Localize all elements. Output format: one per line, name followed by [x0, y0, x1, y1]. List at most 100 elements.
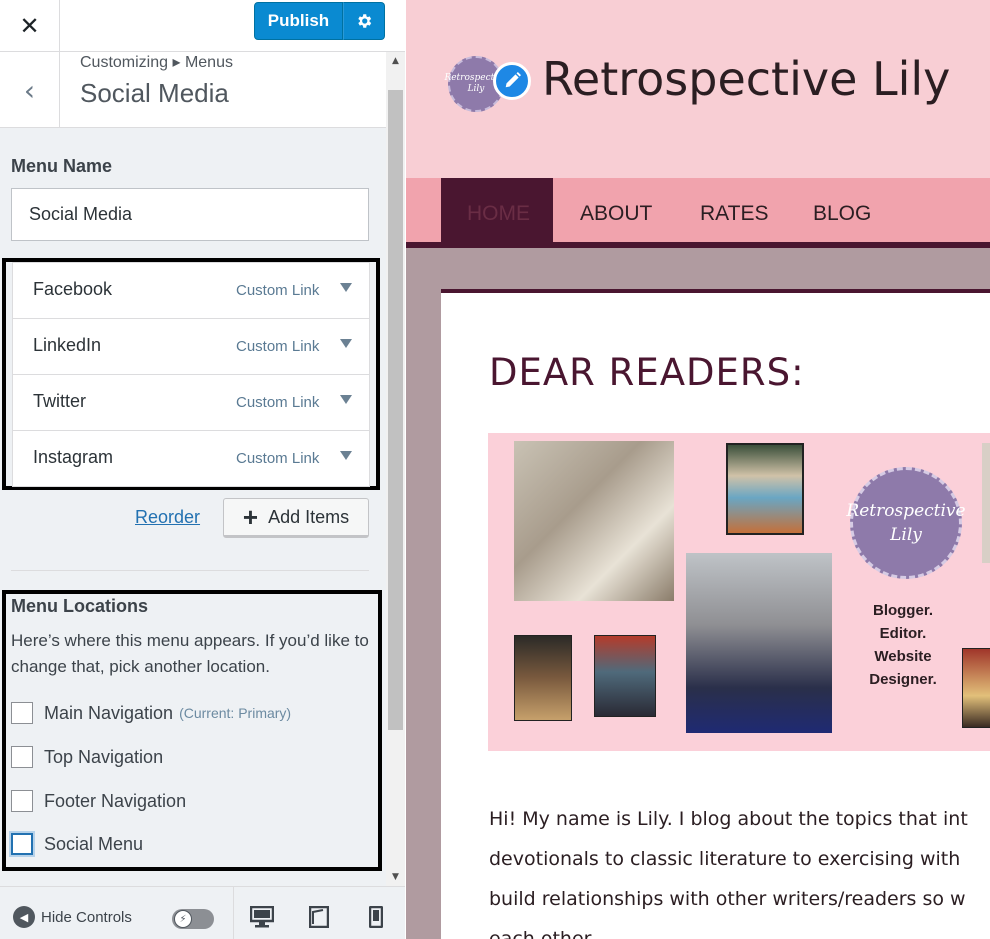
nav-item-rates[interactable]: RATES [700, 202, 768, 226]
scroll-up-arrow-icon[interactable]: ▲ [386, 52, 405, 70]
publish-group: Publish [254, 2, 385, 40]
breadcrumb: Customizing ▸ Menus [80, 54, 233, 71]
nav-item-about[interactable]: ABOUT [580, 202, 652, 226]
mobile-preview-button[interactable] [364, 905, 388, 929]
location-checkbox[interactable] [11, 833, 33, 855]
publish-button[interactable]: Publish [254, 2, 343, 40]
photo-book-raisin [514, 635, 572, 721]
collapse-arrow-icon: ◀ [13, 906, 35, 928]
lightning-icon: ⚡ [174, 910, 192, 928]
scroll-thumb[interactable] [388, 90, 403, 730]
customizer-footer: ◀ Hide Controls ⚡ [0, 886, 405, 939]
collage-tagline: Blogger. Editor. Website Designer. [843, 599, 963, 691]
menu-name-label: Menu Name [11, 156, 113, 176]
menu-name-input[interactable] [11, 188, 369, 241]
photo-book-beloved [726, 443, 804, 535]
menu-item-linkedin[interactable]: LinkedIn Custom Link [12, 318, 370, 375]
location-social-menu[interactable]: Social Menu [11, 833, 143, 855]
add-items-button[interactable]: + Add Items [223, 498, 369, 538]
photo-exercise [686, 553, 832, 733]
site-navigation: HOME ABOUT RATES BLOG [406, 178, 990, 248]
panel-scrollbar[interactable]: ▲ ▼ [386, 52, 405, 886]
menu-item-type: Custom Link [236, 282, 320, 299]
tagline-line: Website [874, 648, 932, 665]
customizer-panel: ✕ Publish ‹ Customizing ▸ Menus Social M… [0, 0, 405, 939]
featured-collage-image: Retrospective Lily Blogger. Editor. Webs… [488, 433, 990, 751]
menu-item-type: Custom Link [236, 394, 320, 411]
section-header: ‹ Customizing ▸ Menus Social Media [0, 52, 386, 128]
section-title: Social Media [80, 78, 229, 108]
menu-item-label: LinkedIn [33, 335, 102, 355]
menu-locations-section: Menu Locations Here’s where this menu ap… [2, 590, 382, 871]
photo-book-mockingbird [594, 635, 656, 717]
expand-arrow-icon[interactable] [340, 339, 352, 348]
plus-icon: + [242, 502, 259, 532]
menu-item-twitter[interactable]: Twitter Custom Link [12, 374, 370, 431]
post-card: DEAR READERS: Retrospective Lily Blogger… [441, 289, 990, 939]
publish-settings-button[interactable] [343, 2, 385, 40]
post-body: Hi! My name is Lily. I blog about the to… [489, 799, 990, 939]
desktop-preview-button[interactable] [250, 905, 274, 929]
chevron-left-icon: ‹ [23, 73, 36, 107]
tagline-line: Designer. [869, 671, 937, 688]
post-title[interactable]: DEAR READERS: [489, 351, 805, 394]
hide-controls-button[interactable]: ◀ Hide Controls [13, 906, 132, 928]
collage-logo: Retrospective Lily [846, 467, 966, 579]
location-current-note: (Current: Primary) [179, 705, 292, 721]
close-customizer-button[interactable]: ✕ [0, 0, 60, 52]
nav-item-home[interactable]: HOME [441, 178, 553, 248]
location-checkbox[interactable] [11, 790, 33, 812]
body-line: Hi! My name is Lily. I blog about the to… [489, 808, 968, 830]
tablet-preview-button[interactable] [307, 905, 331, 929]
menu-items-list: Facebook Custom Link LinkedIn Custom Lin… [2, 258, 380, 490]
menu-item-instagram[interactable]: Instagram Custom Link [12, 430, 370, 487]
nav-item-label: HOME [467, 202, 530, 225]
divider [11, 570, 369, 571]
body-line: build relationships with other writers/r… [489, 888, 966, 910]
mobile-icon [369, 906, 383, 928]
menu-item-facebook[interactable]: Facebook Custom Link [12, 262, 370, 319]
close-icon: ✕ [19, 12, 40, 40]
menu-locations-title: Menu Locations [11, 596, 149, 616]
tablet-icon [309, 906, 329, 928]
location-label: Social Menu [44, 833, 144, 854]
edit-shortcut-button[interactable] [493, 62, 531, 100]
photo-cropped [982, 443, 990, 563]
menu-item-type: Custom Link [236, 450, 320, 467]
gear-icon [358, 14, 372, 28]
menu-item-label: Twitter [33, 391, 87, 411]
location-top-navigation[interactable]: Top Navigation [11, 746, 163, 768]
site-title[interactable]: Retrospective Lily [542, 52, 950, 106]
photo-book-edge [962, 648, 990, 728]
location-checkbox[interactable] [11, 746, 33, 768]
body-line: each other [489, 928, 592, 939]
desktop-icon [250, 906, 274, 928]
customizer-header: ✕ Publish [0, 0, 405, 52]
scroll-down-arrow-icon[interactable]: ▼ [386, 868, 405, 886]
location-main-navigation[interactable]: Main Navigation (Current: Primary) [11, 702, 291, 724]
expand-arrow-icon[interactable] [340, 395, 352, 404]
location-checkbox[interactable] [11, 702, 33, 724]
pencil-icon [505, 72, 521, 88]
add-items-label: Add Items [268, 506, 350, 527]
hide-controls-label: Hide Controls [41, 908, 132, 926]
menu-item-label: Facebook [33, 279, 113, 299]
location-label: Top Navigation [44, 746, 164, 767]
photo-students [514, 441, 674, 601]
site-preview: Retrospective Lily Retrospective Lily HO… [406, 0, 990, 939]
tagline-line: Editor. [879, 625, 927, 642]
location-label: Footer Navigation [44, 790, 187, 811]
menu-locations-description: Here’s where this menu appears. If you’d… [11, 631, 369, 676]
expand-arrow-icon[interactable] [340, 283, 352, 292]
body-line: devotionals to classic literature to exe… [489, 848, 961, 870]
reorder-link[interactable]: Reorder [135, 507, 200, 528]
menu-item-label: Instagram [33, 447, 114, 467]
site-header: Retrospective Lily Retrospective Lily [406, 0, 990, 178]
location-footer-navigation[interactable]: Footer Navigation [11, 790, 186, 812]
menu-item-type: Custom Link [236, 338, 320, 355]
nav-item-blog[interactable]: BLOG [813, 202, 871, 226]
back-button[interactable]: ‹ [0, 52, 60, 128]
expand-arrow-icon[interactable] [340, 451, 352, 460]
tagline-line: Blogger. [872, 602, 933, 619]
live-preview-toggle[interactable]: ⚡ [172, 909, 214, 929]
